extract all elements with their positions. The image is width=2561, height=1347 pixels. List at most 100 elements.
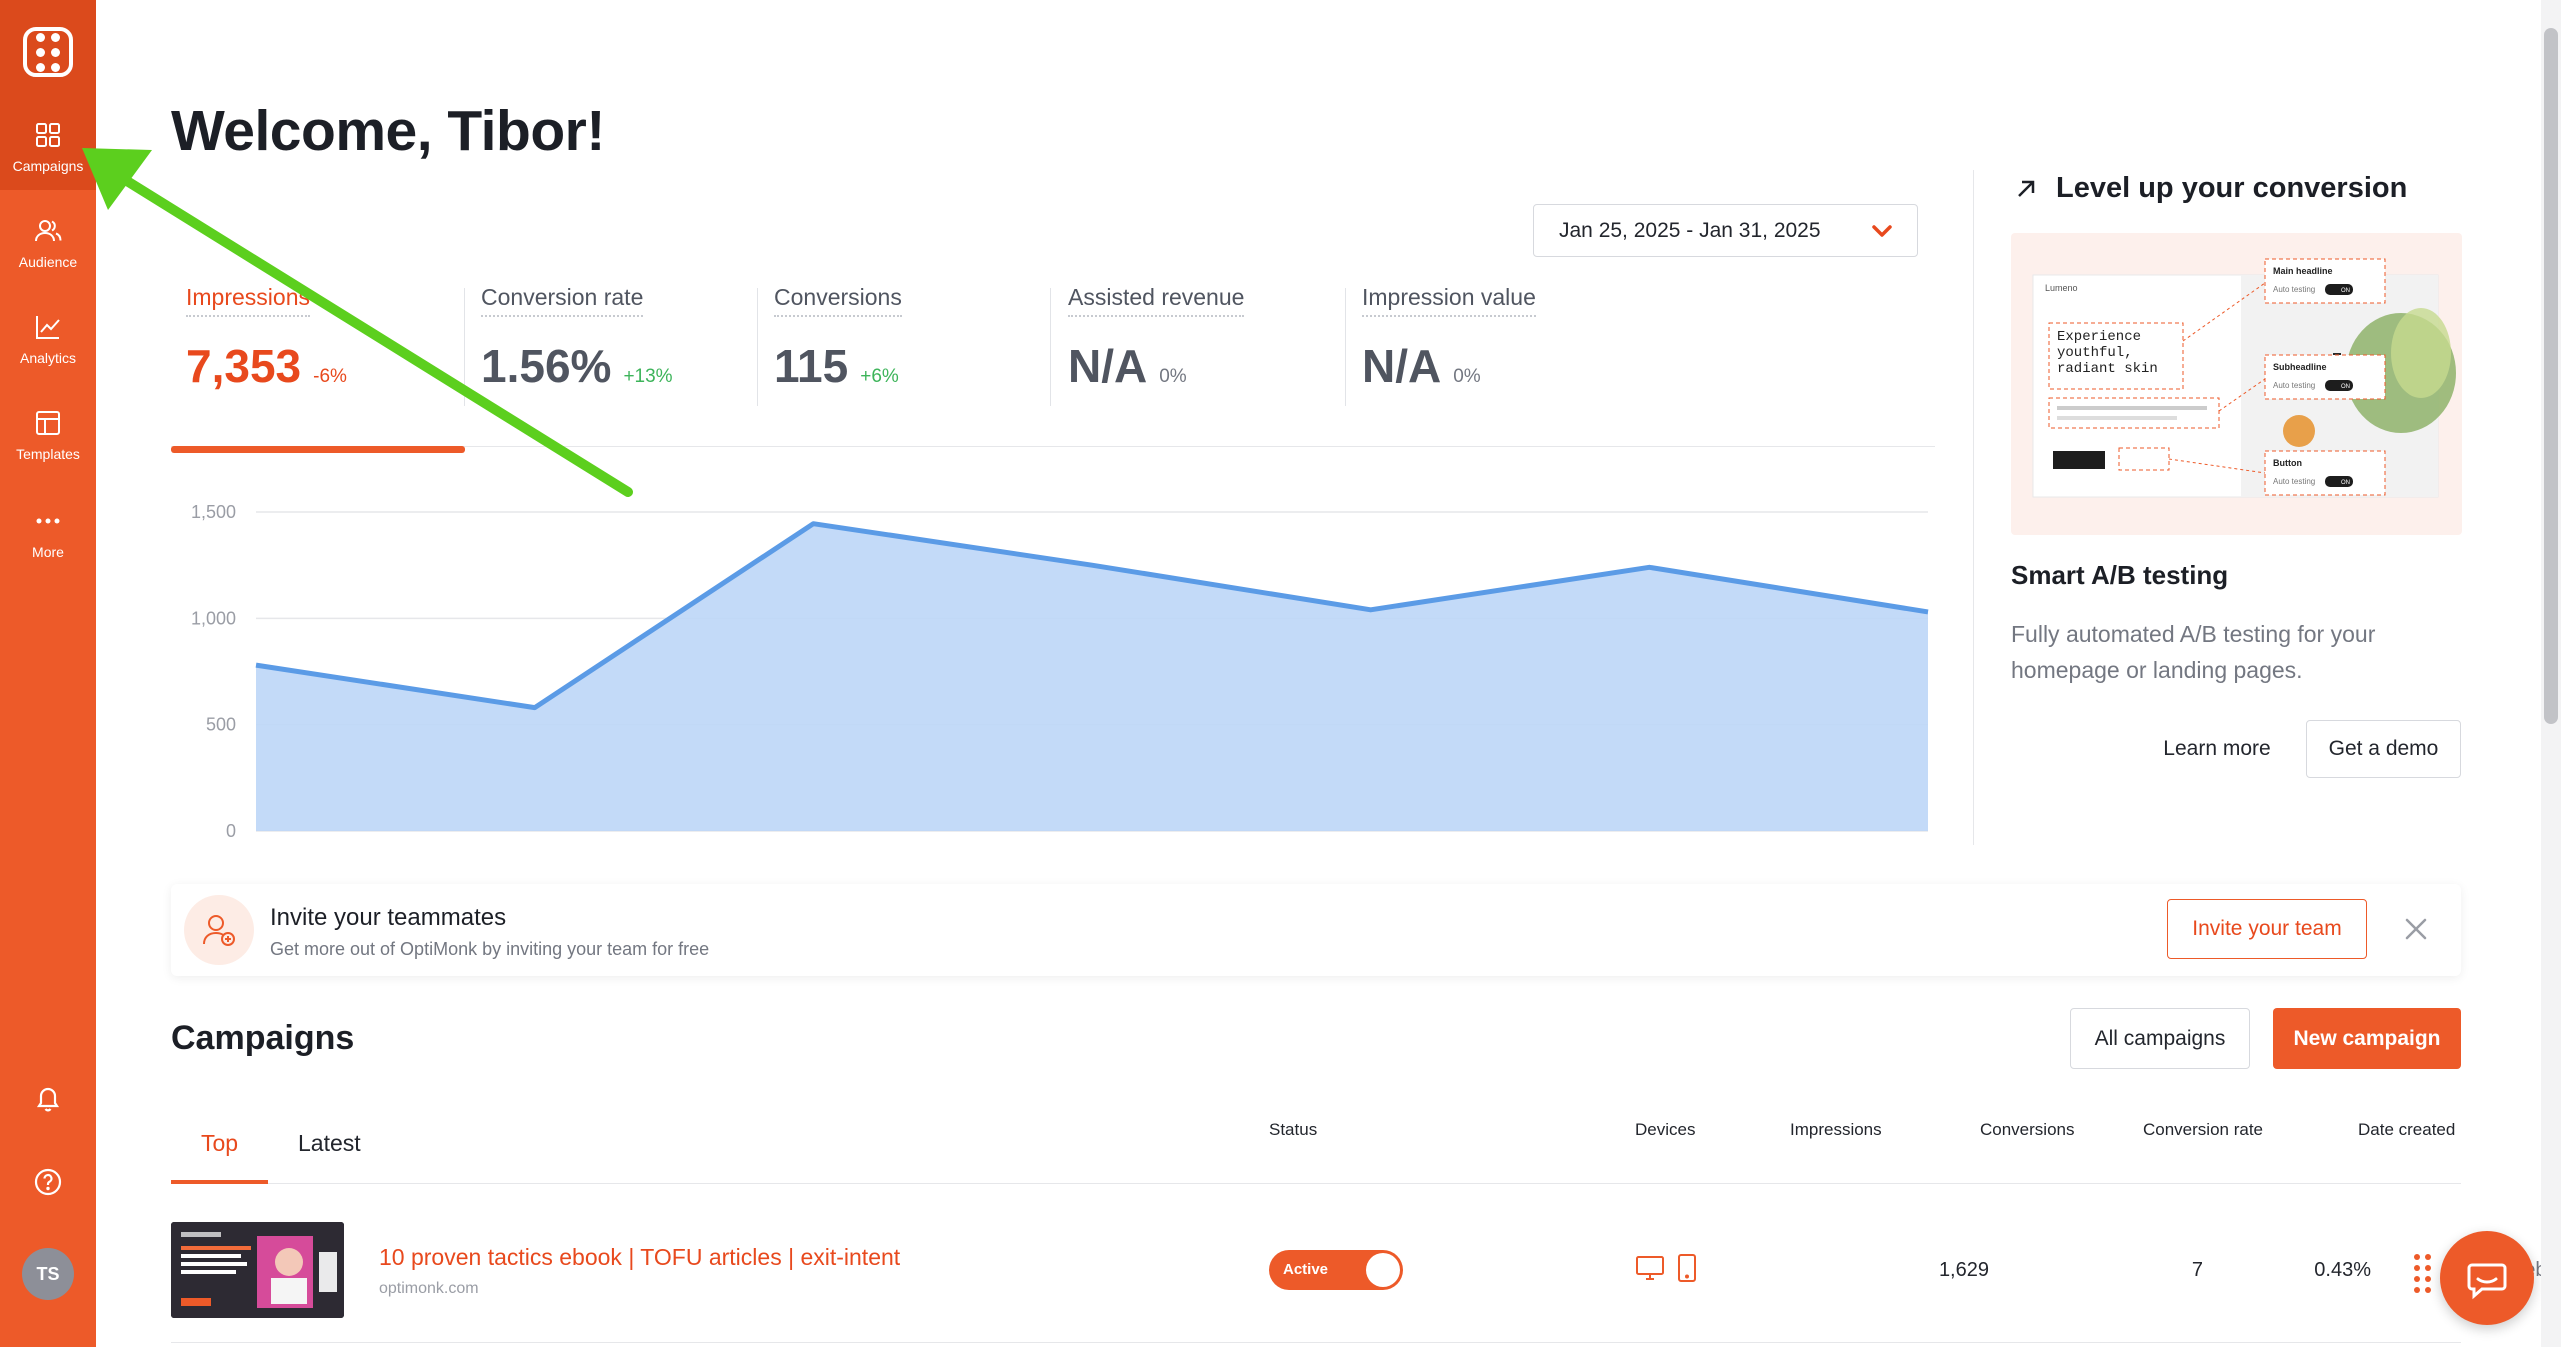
chat-icon — [2467, 1263, 2507, 1300]
arrow-up-right-icon — [2018, 180, 2035, 197]
column-header-impressions[interactable]: Impressions — [1790, 1120, 1882, 1140]
chat-button[interactable] — [2440, 1231, 2534, 1325]
promo-title-text: Level up your conversion — [2056, 172, 2408, 204]
mobile-icon — [1675, 1252, 1699, 1289]
sidebar-item-more[interactable]: More — [0, 490, 96, 576]
promo-card-sub: Auto testing — [2273, 381, 2315, 390]
column-header-devices: Devices — [1635, 1120, 1696, 1139]
metric-label: Assisted revenue — [1068, 284, 1245, 317]
invite-title: Invite your teammates — [270, 904, 507, 931]
notifications-button[interactable] — [24, 1074, 72, 1122]
promo-brand: Lumeno — [2045, 283, 2078, 293]
metric-value: 1.56% — [481, 340, 612, 392]
sidebar-item-campaigns[interactable]: Campaigns — [0, 104, 96, 190]
sidebar: Campaigns Audience Analytics Templates M… — [0, 0, 96, 1347]
users-icon — [35, 220, 62, 242]
promo-card-label: Main headline — [2273, 266, 2333, 276]
metric-label: Impressions — [186, 284, 310, 317]
metric-change: +13% — [623, 366, 673, 387]
metric-change: 0% — [1453, 366, 1481, 387]
y-tick-label: 1,000 — [191, 608, 236, 628]
metric-impression-value[interactable]: Impression value N/A 0% — [1362, 284, 1536, 406]
metric-divider — [1050, 288, 1051, 406]
metric-conversion-rate[interactable]: Conversion rate 1.56% +13% — [481, 284, 673, 406]
tab-latest[interactable]: Latest — [298, 1130, 361, 1157]
toggle-knob — [1366, 1253, 1400, 1287]
sidebar-item-analytics[interactable]: Analytics — [0, 296, 96, 382]
promo-toggle: ON — [2341, 288, 2350, 294]
metric-divider — [1345, 288, 1346, 406]
metric-change: 0% — [1159, 366, 1187, 387]
sidebar-item-templates[interactable]: Templates — [0, 392, 96, 478]
new-campaign-button[interactable]: New campaign — [2273, 1008, 2461, 1069]
promo-card-sub: Auto testing — [2273, 285, 2315, 294]
metric-assisted-revenue[interactable]: Assisted revenue N/A 0% — [1068, 284, 1245, 406]
promo-illustration: Lumeno Experience youthful, radiant skin M… — [2011, 233, 2462, 535]
campaigns-title: Campaigns — [171, 1019, 355, 1057]
campaign-status-toggle[interactable]: Active — [1269, 1250, 1403, 1290]
promo-card-label: Button — [2273, 458, 2302, 468]
dots-icon — [36, 518, 60, 524]
promo-subtitle: Smart A/B testing — [2011, 560, 2229, 590]
column-header-date-created[interactable]: Date created — [2358, 1120, 2455, 1140]
logo-icon — [23, 27, 73, 77]
desktop-icon — [1634, 1252, 1666, 1289]
sidebar-item-label: Analytics — [19, 350, 77, 366]
metric-value: N/A — [1362, 340, 1442, 392]
chevron-down-icon — [1872, 225, 1892, 237]
status-label: Active — [1283, 1261, 1329, 1278]
all-campaigns-button[interactable]: All campaigns — [2070, 1008, 2250, 1069]
metric-value: N/A — [1068, 340, 1148, 392]
column-header-status: Status — [1269, 1120, 1318, 1139]
panel-divider — [1973, 170, 1974, 845]
campaign-thumbnail[interactable] — [171, 1222, 344, 1318]
y-tick-label: 0 — [226, 821, 236, 840]
app-logo[interactable] — [0, 0, 96, 104]
metric-divider — [757, 288, 758, 406]
column-header-conversion-rate[interactable]: Conversion rate — [2143, 1120, 2263, 1140]
metric-conversions[interactable]: Conversions 115 +6% — [774, 284, 902, 406]
selected-metric-indicator — [171, 446, 465, 453]
promo-toggle: ON — [2341, 384, 2350, 390]
tabs-divider — [171, 1183, 2461, 1184]
sidebar-item-label: Templates — [16, 446, 80, 462]
invite-banner: Invite your teammates Get more out of Op… — [171, 884, 2461, 976]
grid-icon — [36, 123, 60, 147]
impressions-chart: 05001,0001,500 Jan 26, 25Jan 27, 25Jan 2… — [191, 502, 1929, 840]
sidebar-item-label: More — [32, 544, 64, 560]
conversions-value: 7 — [2191, 1259, 2203, 1281]
date-range-picker[interactable]: Jan 25, 2025 - Jan 31, 2025 — [1533, 204, 1918, 257]
invite-description: Get more out of OptiMonk by inviting you… — [270, 939, 710, 959]
metric-divider — [464, 288, 465, 406]
sidebar-item-audience[interactable]: Audience — [0, 200, 96, 286]
campaign-domain: optimonk.com — [379, 1280, 479, 1297]
campaign-name-link[interactable]: 10 proven tactics ebook | TOFU articles … — [379, 1244, 900, 1271]
y-tick-label: 1,500 — [191, 502, 236, 522]
y-tick-label: 500 — [206, 715, 236, 735]
add-user-icon — [184, 895, 254, 965]
column-header-conversions[interactable]: Conversions — [1980, 1120, 2075, 1140]
layout-icon — [36, 411, 60, 435]
get-demo-button[interactable]: Get a demo — [2306, 720, 2461, 778]
metric-change: -6% — [313, 366, 347, 387]
promo-toggle: ON — [2341, 480, 2350, 486]
metric-value: 115 — [774, 340, 849, 392]
drag-handle-icon[interactable] — [2414, 1254, 2431, 1293]
metric-label: Conversions — [774, 284, 902, 317]
tab-top[interactable]: Top — [201, 1130, 238, 1157]
learn-more-button[interactable]: Learn more — [2142, 720, 2292, 778]
metric-change: +6% — [860, 366, 899, 387]
metric-impressions[interactable]: Impressions 7,353 -6% — [186, 284, 347, 406]
help-button[interactable] — [24, 1158, 72, 1206]
scrollbar-thumb[interactable] — [2544, 28, 2558, 724]
close-icon[interactable] — [2393, 906, 2439, 952]
promo-card-sub: Auto testing — [2273, 477, 2315, 486]
invite-team-button[interactable]: Invite your team — [2167, 899, 2367, 959]
sidebar-item-label: Campaigns — [12, 158, 84, 174]
table-row[interactable]: 10 proven tactics ebook | TOFU articles … — [171, 1222, 2561, 1322]
date-range-value: Jan 25, 2025 - Jan 31, 2025 — [1559, 218, 1821, 242]
avatar[interactable]: TS — [22, 1248, 74, 1300]
scrollbar[interactable] — [2541, 0, 2561, 1347]
row-divider — [171, 1342, 2461, 1343]
metric-label: Conversion rate — [481, 284, 644, 317]
